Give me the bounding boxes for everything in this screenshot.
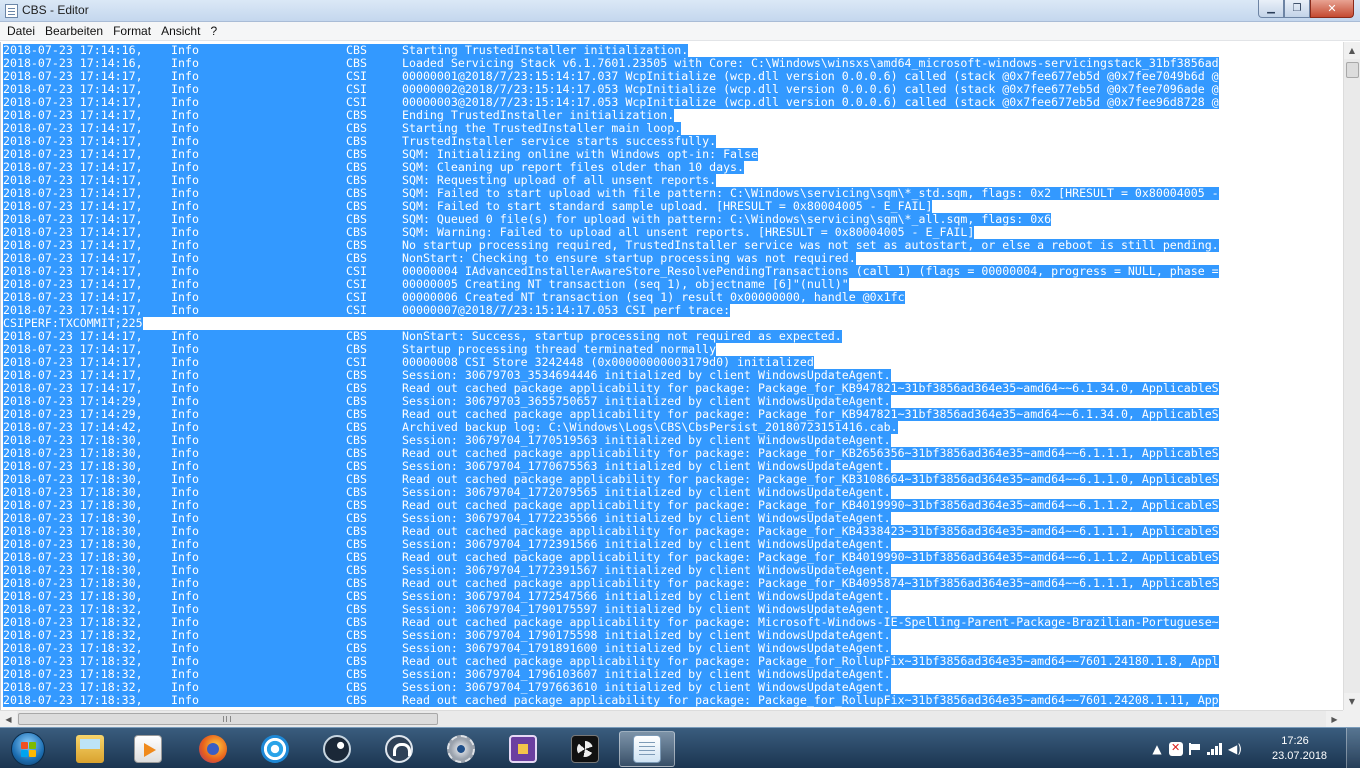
horizontal-scroll-thumb[interactable] <box>18 713 438 725</box>
window-title: CBS - Editor <box>22 3 89 17</box>
taskbar-firefox-button[interactable] <box>185 731 241 767</box>
clock-date: 23.07.2018 <box>1272 750 1328 762</box>
size-grip[interactable] <box>1343 710 1360 727</box>
fan-icon <box>571 735 599 763</box>
menu-datei[interactable]: Datei <box>2 22 40 41</box>
minimize-button[interactable]: ▁ <box>1258 0 1284 18</box>
log-message: Read out cached package applicability fo… <box>402 693 1219 707</box>
log-timestamp: 2018-07-23 17:18:33, <box>3 693 143 707</box>
taskbar-steam-button[interactable] <box>309 731 365 767</box>
system-tray: ▲ ◀) <box>1148 728 1244 768</box>
log-message: 00000007@2018/7/23:15:14:17.053 CSI perf… <box>402 303 731 317</box>
grip-icon <box>223 716 231 722</box>
system-clock[interactable]: 17:26 23.07.2018 <box>1272 734 1328 764</box>
text-editor-area[interactable]: 2018-07-23 17:14:16, Info CBS Starting Trus… <box>0 42 1343 710</box>
start-button[interactable] <box>4 730 52 767</box>
window-controls: ▁ ❐ ✕ <box>1258 0 1354 19</box>
scroll-right-button[interactable]: ▶ <box>1326 711 1343 727</box>
log-component: CSI <box>346 303 367 317</box>
menu-help[interactable]: ? <box>205 22 222 41</box>
taskbar: ▲ ◀) 17:26 23.07.2018 <box>0 727 1360 768</box>
show-desktop-button[interactable] <box>1346 728 1360 768</box>
taskbar-fan-button[interactable] <box>557 731 613 767</box>
menu-bearbeiten[interactable]: Bearbeiten <box>40 22 108 41</box>
scroll-down-button[interactable]: ▼ <box>1344 693 1360 710</box>
taskbar-settings-button[interactable] <box>433 731 489 767</box>
show-hidden-icons-button[interactable]: ▲ <box>1148 742 1166 756</box>
menu-bar: Datei Bearbeiten Format Ansicht ? <box>0 22 1360 41</box>
antivirus-icon[interactable] <box>1169 741 1183 756</box>
clock-time: 17:26 <box>1281 735 1309 747</box>
log-level: Info <box>171 693 199 707</box>
taskbar-explorer-button[interactable] <box>62 731 118 767</box>
firefox-icon <box>199 735 227 763</box>
vertical-scrollbar[interactable]: ▲ ▼ <box>1343 42 1360 710</box>
taskbar-uplay-button[interactable] <box>247 731 303 767</box>
vertical-scroll-thumb[interactable] <box>1346 62 1359 78</box>
selected-text: 2018-07-23 17:18:33, Info CBS Read out cach… <box>3 694 1219 707</box>
chip-icon <box>509 735 537 763</box>
taskbar-media-player-button[interactable] <box>120 731 176 767</box>
title-bar[interactable]: CBS - Editor ▁ ❐ ✕ <box>0 0 1360 22</box>
media-player-icon <box>134 735 162 763</box>
log-level: Info <box>171 303 199 317</box>
gear-icon <box>447 735 475 763</box>
taskbar-notepad-button[interactable] <box>619 731 675 767</box>
scroll-up-button[interactable]: ▲ <box>1344 42 1360 59</box>
headset-icon <box>385 735 413 763</box>
taskbar-headset-button[interactable] <box>371 731 427 767</box>
taskbar-cpu-button[interactable] <box>495 731 551 767</box>
notepad-app-icon[interactable] <box>5 4 18 18</box>
scroll-left-button[interactable]: ◀ <box>0 711 17 727</box>
log-line: 2018-07-23 17:18:33, Info CBS Read out cach… <box>3 694 1219 707</box>
spiral-icon <box>261 735 289 763</box>
log-component: CBS <box>346 693 367 707</box>
folder-icon <box>76 735 104 763</box>
maximize-button[interactable]: ❐ <box>1284 0 1310 18</box>
horizontal-scrollbar[interactable]: ◀ ▶ <box>0 710 1343 727</box>
action-center-flag-icon[interactable] <box>1189 742 1201 755</box>
steam-icon <box>323 735 351 763</box>
menu-ansicht[interactable]: Ansicht <box>156 22 205 41</box>
windows-logo-icon <box>11 731 45 766</box>
network-signal-icon[interactable] <box>1207 742 1223 755</box>
close-button[interactable]: ✕ <box>1310 0 1354 18</box>
volume-icon[interactable]: ◀) <box>1226 742 1244 756</box>
notepad-icon <box>633 735 661 763</box>
log-raw-text: CSIPERF:TXCOMMIT;225 <box>3 316 143 330</box>
menu-format[interactable]: Format <box>108 22 156 41</box>
